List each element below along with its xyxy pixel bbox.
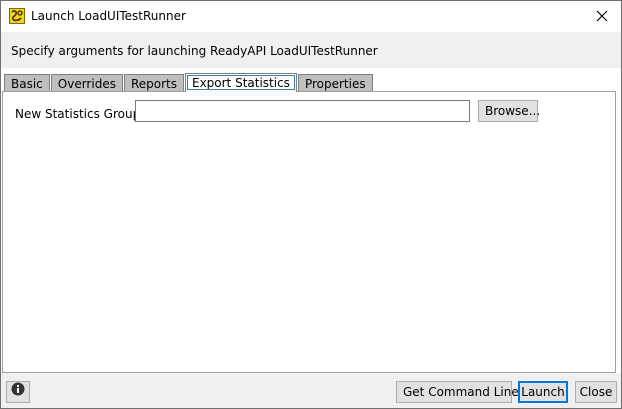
tab-export-statistics[interactable]: Export Statistics bbox=[184, 73, 297, 92]
tab-overrides[interactable]: Overrides bbox=[50, 74, 123, 92]
button-bar: Get Command Line Launch Close bbox=[1, 373, 621, 408]
close-button[interactable]: Close bbox=[575, 381, 617, 403]
get-command-line-button[interactable]: Get Command Line bbox=[396, 381, 519, 403]
tab-reports[interactable]: Reports bbox=[123, 74, 184, 92]
export-statistics-panel: New Statistics Group: Browse... bbox=[2, 91, 616, 373]
description-header: Specify arguments for launching ReadyAPI… bbox=[1, 32, 621, 68]
tab-strip: Basic Overrides Reports Export Statistic… bbox=[4, 73, 374, 92]
browse-button[interactable]: Browse... bbox=[478, 100, 540, 122]
launch-dialog: Launch LoadUITestRunner Specify argument… bbox=[0, 0, 622, 409]
tab-basic[interactable]: Basic bbox=[4, 74, 50, 92]
new-statistics-group-label: New Statistics Group: bbox=[15, 107, 145, 121]
title-bar: Launch LoadUITestRunner bbox=[1, 1, 621, 32]
description-text: Specify arguments for launching ReadyAPI… bbox=[11, 44, 378, 58]
window-title: Launch LoadUITestRunner bbox=[31, 9, 186, 23]
launch-button[interactable]: Launch bbox=[518, 381, 568, 403]
info-icon bbox=[11, 382, 25, 402]
tab-properties[interactable]: Properties bbox=[297, 74, 373, 92]
loadui-app-icon bbox=[9, 8, 25, 24]
close-icon[interactable] bbox=[591, 5, 613, 27]
new-statistics-group-input[interactable] bbox=[135, 100, 470, 122]
info-button[interactable] bbox=[6, 381, 30, 403]
